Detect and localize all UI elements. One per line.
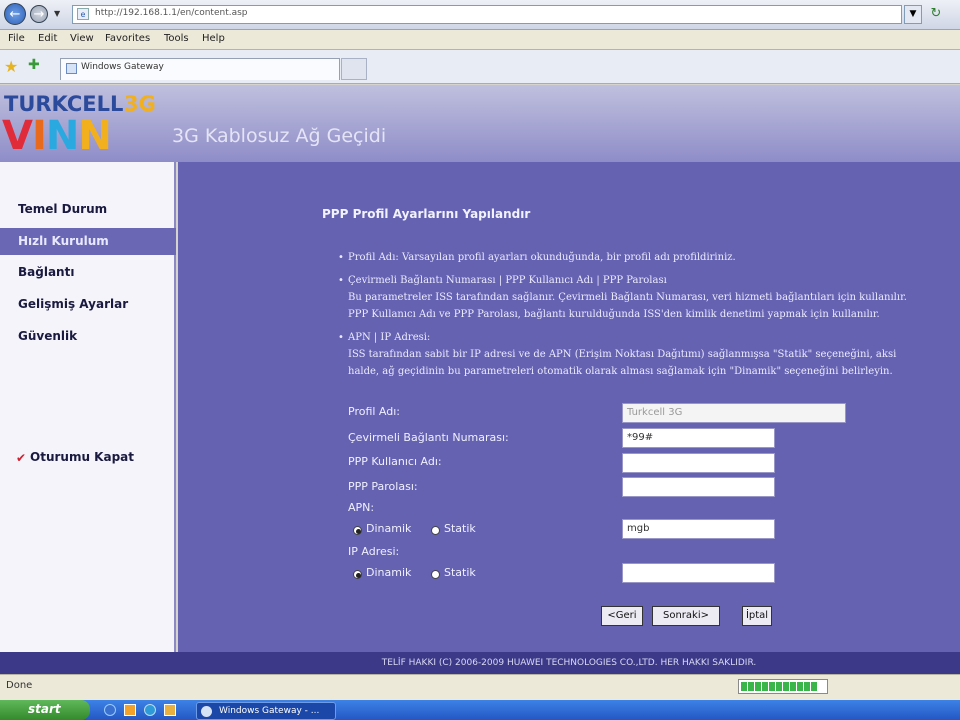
logout-link[interactable]: Oturumu Kapat — [30, 450, 134, 464]
copyright-footer: TELİF HAKKI (C) 2006-2009 HUAWEI TECHNOL… — [178, 652, 960, 674]
quicklaunch-media-icon[interactable] — [144, 704, 156, 716]
back-button[interactable]: <Geri — [601, 606, 643, 626]
apn-input[interactable]: mgb — [622, 519, 775, 539]
browser-tab[interactable]: Windows Gateway — [60, 58, 340, 80]
new-tab-button[interactable] — [341, 58, 367, 80]
bullet-icon: • — [338, 252, 344, 263]
ip-static-radio[interactable] — [431, 570, 440, 579]
bullet-icon: • — [338, 332, 344, 343]
apn-label: APN: — [348, 501, 375, 514]
ppp-password-label: PPP Parolası: — [348, 480, 418, 493]
start-button[interactable]: start — [0, 700, 90, 720]
refresh-icon[interactable]: ↻ — [928, 6, 944, 22]
ip-dynamic-radio[interactable] — [353, 570, 362, 579]
history-dropdown-icon[interactable]: ▼ — [54, 9, 64, 19]
page-title: PPP Profil Ayarlarını Yapılandır — [322, 207, 531, 221]
arrow-left-icon: ← — [9, 6, 21, 22]
page-icon: e — [77, 8, 89, 20]
help-text: Bu parametreler ISS tarafından sağlanır.… — [348, 292, 907, 303]
ip-static-label: Statik — [444, 566, 476, 579]
menu-edit[interactable]: Edit — [38, 33, 57, 44]
forward-button[interactable]: → — [30, 5, 48, 23]
ip-dynamic-label: Dinamik — [366, 566, 412, 579]
url-dropdown-icon[interactable]: ▼ — [904, 5, 922, 24]
taskbar-ie-icon — [201, 706, 212, 717]
sidebar-item-label: Hızlı Kurulum — [18, 234, 109, 248]
status-text: Done — [6, 680, 33, 691]
menu-file[interactable]: File — [8, 33, 25, 44]
dial-number-label: Çevirmeli Bağlantı Numarası: — [348, 431, 509, 444]
cancel-button[interactable]: İptal — [742, 606, 772, 626]
bullet-icon: • — [338, 275, 344, 286]
quicklaunch-ie-icon[interactable] — [104, 704, 116, 716]
help-text: ISS tarafından sabit bir IP adresi ve de… — [348, 349, 897, 360]
sidebar-item-advanced[interactable]: Gelişmiş Ayarlar — [18, 297, 128, 311]
ppp-username-label: PPP Kullanıcı Adı: — [348, 455, 442, 468]
help-text: APN | IP Adresi: — [348, 332, 431, 343]
help-text: Çevirmeli Bağlantı Numarası | PPP Kullan… — [348, 275, 667, 286]
quicklaunch-desktop-icon[interactable] — [164, 704, 176, 716]
arrow-right-icon: → — [33, 6, 45, 22]
taskbar-window-button[interactable]: Windows Gateway - ... — [196, 702, 336, 720]
back-button[interactable]: ← — [4, 3, 26, 25]
apn-static-label: Statik — [444, 522, 476, 535]
logo-vinn: VINN — [2, 113, 112, 159]
quicklaunch-folder-icon[interactable] — [124, 704, 136, 716]
menu-view[interactable]: View — [70, 33, 94, 44]
dial-number-input[interactable]: *99# — [622, 428, 775, 448]
add-favorite-icon[interactable]: ✚ — [28, 57, 40, 73]
apn-dynamic-radio[interactable] — [353, 526, 362, 535]
logout-check-icon: ✔ — [16, 451, 27, 465]
logo-3g: 3G — [124, 92, 156, 116]
apn-dynamic-label: Dinamik — [366, 522, 412, 535]
sidebar-item-connection[interactable]: Bağlantı — [18, 265, 74, 279]
ppp-password-input[interactable] — [622, 477, 775, 497]
favorites-star-icon[interactable]: ★ — [4, 57, 18, 76]
ip-address-label: IP Adresi: — [348, 545, 400, 558]
menu-tools[interactable]: Tools — [164, 33, 189, 44]
profile-name-label: Profil Adı: — [348, 405, 401, 418]
profile-name-input[interactable]: Turkcell 3G — [622, 403, 846, 423]
help-text: halde, ağ geçidinin bu parametreleri oto… — [348, 366, 893, 377]
sidebar-item-security[interactable]: Güvenlik — [18, 329, 77, 343]
ip-address-input[interactable] — [622, 563, 775, 583]
ppp-username-input[interactable] — [622, 453, 775, 473]
apn-static-radio[interactable] — [431, 526, 440, 535]
menu-help[interactable]: Help — [202, 33, 225, 44]
footer-left — [0, 652, 178, 674]
sidebar-item-basic-status[interactable]: Temel Durum — [18, 202, 107, 216]
menu-favorites[interactable]: Favorites — [105, 33, 150, 44]
next-button[interactable]: Sonraki> — [652, 606, 720, 626]
help-text: PPP Kullanıcı Adı ve PPP Parolası, bağla… — [348, 309, 880, 320]
url-input[interactable]: http://192.168.1.1/en/content.asp — [72, 5, 902, 24]
header-title: 3G Kablosuz Ağ Geçidi — [172, 125, 387, 147]
help-text: Profil Adı: Varsayılan profil ayarları o… — [348, 252, 736, 263]
progress-bar — [738, 679, 828, 694]
tab-page-icon — [66, 63, 77, 74]
